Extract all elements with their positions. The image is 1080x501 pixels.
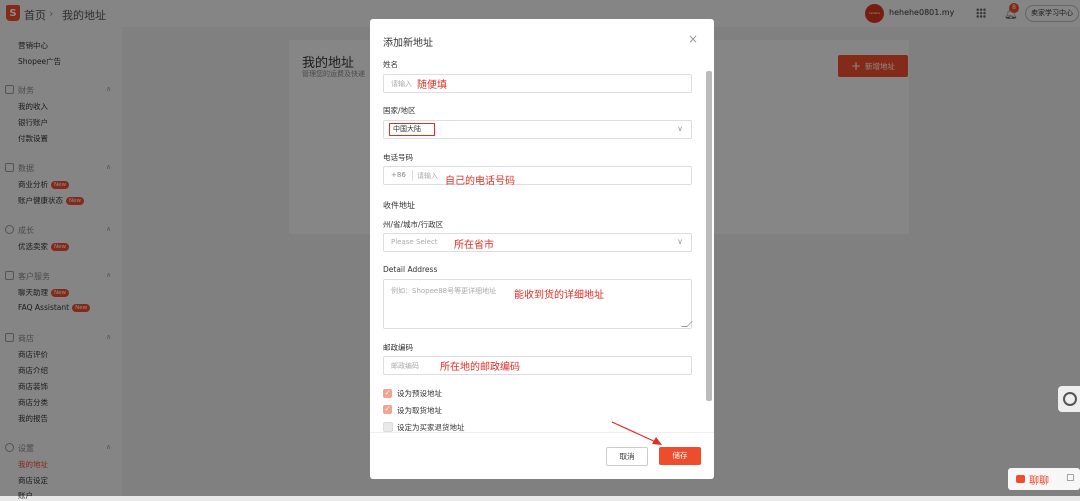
region-label: 州/省/城市/行政区 xyxy=(383,220,444,229)
close-icon[interactable]: × xyxy=(688,32,698,46)
postal-code-placeholder: 邮政编码 xyxy=(391,362,419,370)
add-address-modal: 添加新地址 × 姓名 请输入 随便填 国家/地区 中国大陆 ∨ 电话号码 +86… xyxy=(370,19,714,479)
country-select[interactable]: 中国大陆 ∨ xyxy=(383,120,692,139)
headset-icon xyxy=(1063,392,1077,406)
default-address-checkbox[interactable]: ✓ xyxy=(383,389,392,398)
return-address-checkbox[interactable] xyxy=(383,422,393,432)
name-placeholder: 请输入 xyxy=(391,80,412,88)
chat-icon xyxy=(1016,475,1025,483)
region-select[interactable]: Please Select ∨ xyxy=(383,233,692,252)
postal-code-label: 邮政编码 xyxy=(383,343,413,352)
phone-label: 电话号码 xyxy=(383,153,413,162)
divider xyxy=(412,170,413,181)
region-placeholder: Please Select xyxy=(391,238,438,246)
modal-title: 添加新地址 xyxy=(383,38,433,49)
chat-label: 聊聊 xyxy=(1029,476,1049,487)
pickup-address-label: 设为取货地址 xyxy=(397,406,442,415)
phone-annotation: 自己的电话号码 xyxy=(445,176,515,187)
chevron-down-icon: ∨ xyxy=(677,124,683,133)
name-label: 姓名 xyxy=(383,60,398,69)
support-float-button[interactable] xyxy=(1058,386,1080,412)
phone-prefix: +86 xyxy=(391,171,406,179)
phone-input[interactable]: +86 请输入 xyxy=(383,166,692,185)
postal-code-annotation: 所在地的邮政编码 xyxy=(440,362,520,373)
postal-code-input[interactable]: 邮政编码 xyxy=(383,356,692,375)
detail-address-placeholder: 例如：Shopee88号等更详细地址 xyxy=(391,287,497,295)
modal-scrollbar-thumb[interactable] xyxy=(706,71,712,401)
name-annotation: 随便填 xyxy=(417,80,447,91)
annotation-arrow-icon xyxy=(611,421,662,445)
chevron-down-icon: ∨ xyxy=(677,237,683,246)
chat-float-button[interactable]: 聊聊 ▢ xyxy=(1008,468,1080,490)
detail-address-annotation: 能收到货的详细地址 xyxy=(514,290,604,301)
pickup-address-checkbox[interactable]: ✓ xyxy=(383,405,392,414)
default-address-label: 设为预设地址 xyxy=(397,389,442,398)
section-title: 收件地址 xyxy=(383,201,415,210)
collapse-icon[interactable]: ▢ xyxy=(1066,473,1075,483)
phone-placeholder: 请输入 xyxy=(417,172,438,180)
detail-address-label: Detail Address xyxy=(383,265,438,274)
resize-handle-icon[interactable] xyxy=(681,321,693,327)
country-value: 中国大陆 xyxy=(389,123,435,136)
region-annotation: 所在省市 xyxy=(454,240,494,251)
country-label: 国家/地区 xyxy=(383,106,416,115)
